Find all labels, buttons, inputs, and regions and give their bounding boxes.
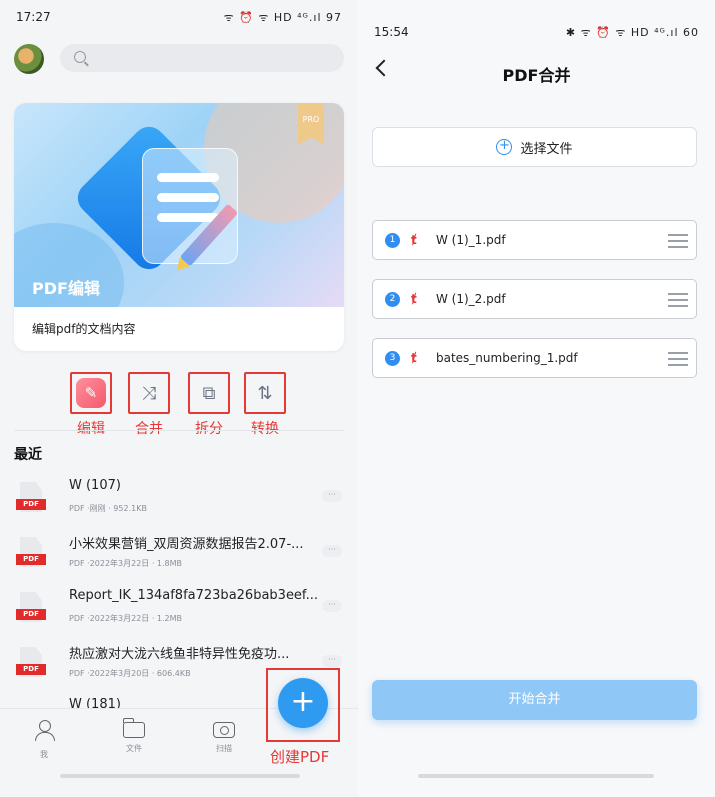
order-badge: 3 <box>385 351 400 366</box>
merge-file-name: bates_numbering_1.pdf <box>436 351 578 365</box>
divider <box>14 430 344 431</box>
pdf-file-icon: PDF <box>16 482 46 514</box>
folder-icon <box>122 718 145 738</box>
select-file-button[interactable]: + 选择文件 <box>372 127 697 167</box>
shuffle-icon: ⤨ <box>141 382 157 404</box>
list-item[interactable]: PDF 小米效果营销_双周资源数据报告2.07-... PDF ·2022年3月… <box>14 533 344 583</box>
status-time: 17:27 <box>16 10 51 24</box>
status-time: 15:54 <box>374 25 409 39</box>
tool-edit-label: 编辑 <box>77 421 105 437</box>
camera-icon <box>213 722 235 738</box>
avatar[interactable] <box>14 44 44 74</box>
banner-title: PDF编辑 <box>32 279 100 298</box>
home-indicator <box>418 774 654 778</box>
pdf-icon: ⱦ <box>411 233 417 247</box>
split-icon: ⧉ <box>202 382 216 404</box>
tool-split-label: 拆分 <box>195 421 223 437</box>
right-screen: 15:54 ✱ ᯤ ⏰ ᯤ HD ⁴ᴳ.ıl 60 PDF合并 + 选择文件 1… <box>358 0 715 797</box>
nav-bar: PDF合并 <box>358 56 715 88</box>
tab-me-label: 我 <box>40 750 48 759</box>
file-meta: PDF ·刚刚 · 952.1KB <box>69 504 147 513</box>
pdf-icon: ⱦ <box>411 351 417 365</box>
create-pdf-annotation: 创建PDF <box>270 748 330 766</box>
page-title: PDF合并 <box>502 66 571 85</box>
order-badge: 2 <box>385 292 400 307</box>
merge-file-item[interactable]: 1 ⱦ W (1)_1.pdf <box>372 220 697 260</box>
merge-file-name: W (1)_2.pdf <box>436 292 506 306</box>
tab-scan[interactable]: 扫描 <box>194 719 254 754</box>
drag-handle-icon[interactable] <box>668 293 688 307</box>
pdf-file-icon: PDF <box>16 537 46 569</box>
order-badge: 1 <box>385 233 400 248</box>
tool-merge[interactable]: ⤨ 合并 <box>128 372 170 438</box>
select-file-label: 选择文件 <box>520 141 573 157</box>
file-name: 热应激对大泷六线鱼非特异性免疫功... <box>69 647 290 662</box>
edit-icon: ✎ <box>76 378 106 408</box>
person-icon <box>33 719 55 741</box>
file-meta: PDF ·2022年3月22日 · 1.8MB <box>69 559 183 568</box>
drag-handle-icon[interactable] <box>668 352 688 366</box>
merge-file-item[interactable]: 2 ⱦ W (1)_2.pdf <box>372 279 697 319</box>
recent-heading: 最近 <box>14 447 42 463</box>
tool-edit[interactable]: ✎ 编辑 <box>70 372 112 438</box>
tab-me[interactable]: 我 <box>14 719 74 760</box>
plus-circle-icon: + <box>496 139 513 155</box>
drag-handle-icon[interactable] <box>668 234 688 248</box>
merge-file-name: W (1)_1.pdf <box>436 233 506 247</box>
more-icon[interactable]: ··· <box>322 655 342 667</box>
merge-file-item[interactable]: 3 ⱦ bates_numbering_1.pdf <box>372 338 697 378</box>
pdf-file-icon: PDF <box>16 592 46 624</box>
pro-badge: PRO <box>298 103 324 145</box>
status-icons: ᯤ ⏰ ᯤ HD ⁴ᴳ.ıl 97 <box>223 10 342 24</box>
file-name: W (107) <box>69 478 121 493</box>
tab-scan-label: 扫描 <box>216 744 232 753</box>
tool-convert[interactable]: ⇅ 转换 <box>244 372 286 438</box>
home-indicator <box>60 774 300 778</box>
tab-files[interactable]: 文件 <box>104 718 164 754</box>
tool-split[interactable]: ⧉ 拆分 <box>188 372 230 438</box>
tool-row: ✎ 编辑 ⤨ 合并 ⧉ 拆分 ⇅ 转换 <box>70 372 290 442</box>
pdf-edit-card[interactable]: PRO PDF编辑 编辑pdf的文档内容 <box>14 103 344 351</box>
status-bar: 15:54 ✱ ᯤ ⏰ ᯤ HD ⁴ᴳ.ıl 60 <box>358 18 715 46</box>
more-icon[interactable]: ··· <box>322 490 342 502</box>
file-name: 小米效果营销_双周资源数据报告2.07-... <box>69 537 304 552</box>
file-name: Report_IK_134af8fa723ba26bab3eef... <box>69 588 318 603</box>
tab-files-label: 文件 <box>126 744 142 753</box>
tool-convert-label: 转换 <box>251 421 279 437</box>
pdf-file-icon: PDF <box>16 647 46 679</box>
convert-icon: ⇅ <box>257 382 273 404</box>
status-icons: ✱ ᯤ ⏰ ᯤ HD ⁴ᴳ.ıl 60 <box>565 25 699 39</box>
list-item[interactable]: PDF Report_IK_134af8fa723ba26bab3eef... … <box>14 588 344 638</box>
status-bar: 17:27 ᯤ ⏰ ᯤ HD ⁴ᴳ.ıl 97 <box>0 0 358 34</box>
create-pdf-button[interactable]: + <box>278 678 328 728</box>
search-bar[interactable] <box>60 44 344 72</box>
file-meta: PDF ·2022年3月22日 · 1.2MB <box>69 614 183 623</box>
banner-image: PRO PDF编辑 <box>14 103 344 307</box>
more-icon[interactable]: ··· <box>322 600 342 612</box>
more-icon[interactable]: ··· <box>322 545 342 557</box>
start-merge-button[interactable]: 开始合并 <box>372 680 697 720</box>
file-meta: PDF ·2022年3月20日 · 606.4KB <box>69 669 191 678</box>
list-item[interactable]: PDF W (107) PDF ·刚刚 · 952.1KB ··· <box>14 478 344 528</box>
pdf-icon: ⱦ <box>411 292 417 306</box>
left-screen: 17:27 ᯤ ⏰ ᯤ HD ⁴ᴳ.ıl 97 PRO PDF编辑 编辑pdf的… <box>0 0 358 797</box>
card-description: 编辑pdf的文档内容 <box>32 322 136 336</box>
tool-merge-label: 合并 <box>135 421 163 437</box>
search-icon <box>74 51 86 63</box>
